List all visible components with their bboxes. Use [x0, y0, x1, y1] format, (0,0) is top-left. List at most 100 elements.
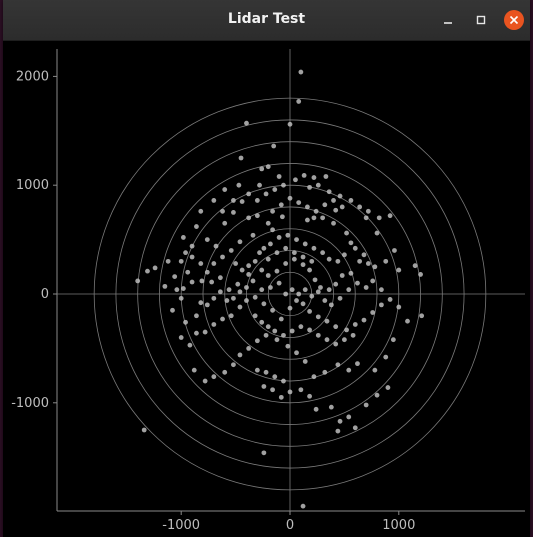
lidar-point	[268, 241, 273, 247]
x-tick-label: 1000	[382, 518, 415, 533]
close-icon	[504, 10, 524, 30]
scatter-plot-area[interactable]: -1000 0 1000 2000 -1000 0 1000	[3, 41, 530, 537]
lidar-point	[302, 287, 308, 293]
close-button[interactable]	[503, 9, 525, 31]
lidar-point	[135, 278, 141, 284]
lidar-point	[296, 291, 302, 297]
lidar-point	[233, 261, 239, 266]
lidar-point	[222, 187, 228, 192]
lidar-point	[265, 164, 271, 170]
lidar-point	[220, 316, 225, 322]
lidar-point	[328, 404, 334, 410]
lidar-point	[185, 269, 191, 275]
lidar-point	[220, 208, 225, 214]
lidar-point	[237, 239, 243, 245]
lidar-point	[289, 287, 295, 293]
lidar-point	[239, 267, 245, 273]
y-tick-label: 2000	[16, 69, 49, 84]
lidar-point	[287, 195, 293, 201]
lidar-point	[323, 174, 329, 179]
lidar-point	[294, 237, 299, 243]
lidar-point	[187, 342, 193, 348]
lidar-point	[222, 220, 228, 226]
lidar-point	[365, 261, 371, 266]
lidar-point	[250, 278, 256, 284]
lidar-point	[278, 202, 284, 208]
lidar-point	[263, 332, 269, 338]
lidar-point	[220, 254, 225, 260]
lidar-point	[281, 378, 286, 384]
lidar-point	[162, 283, 168, 289]
lidar-point	[285, 343, 291, 349]
lidar-point	[355, 361, 360, 367]
lidar-point	[194, 313, 199, 319]
lidar-point	[283, 291, 289, 297]
lidar-point	[272, 328, 278, 334]
lidar-point	[326, 287, 332, 293]
lidar-point	[252, 258, 258, 264]
lidar-point	[246, 191, 252, 197]
lidar-point	[333, 324, 339, 330]
lidar-point	[152, 265, 158, 271]
lidar-point	[298, 324, 304, 330]
lidar-point	[231, 362, 236, 368]
lidar-point	[244, 285, 249, 290]
lidar-point	[372, 367, 378, 373]
lidar-point	[313, 406, 319, 412]
lidar-point	[211, 295, 217, 301]
lidar-point	[312, 277, 318, 283]
lidar-point	[293, 177, 298, 183]
lidar-point	[374, 230, 380, 236]
lidar-point	[363, 402, 369, 408]
lidar-point	[322, 298, 328, 303]
lidar-point	[252, 294, 258, 300]
lidar-point	[285, 232, 291, 238]
lidar-point	[194, 330, 199, 336]
lidar-point	[372, 264, 378, 270]
lidar-point	[307, 309, 312, 314]
lidar-point	[270, 307, 275, 313]
lidar-point	[278, 316, 284, 322]
lidar-point	[346, 414, 352, 420]
lidar-point	[387, 297, 393, 302]
lidar-point	[265, 220, 271, 226]
lidar-point	[254, 198, 260, 203]
lidar-point	[333, 341, 339, 347]
lidar-point	[217, 289, 223, 295]
lidar-point	[217, 275, 223, 281]
lidar-point	[298, 387, 304, 393]
lidar-point	[287, 305, 293, 311]
lidar-point	[352, 425, 358, 431]
lidar-point	[170, 307, 175, 313]
lidar-point	[235, 281, 241, 287]
y-tick-label: 0	[41, 287, 49, 302]
lidar-point	[191, 367, 197, 373]
lidar-point	[305, 217, 310, 223]
lidar-point	[259, 166, 265, 172]
lidar-point	[250, 232, 256, 238]
lidar-point	[257, 250, 262, 256]
lidar-point	[363, 215, 369, 221]
title-bar[interactable]: Lidar Test	[3, 0, 530, 41]
lidar-point	[237, 352, 243, 358]
lidar-point	[412, 263, 418, 269]
lidar-point	[344, 230, 349, 236]
lidar-point	[300, 262, 306, 268]
lidar-point	[337, 418, 343, 424]
lidar-point	[315, 314, 321, 320]
lidar-point	[392, 248, 397, 253]
lidar-point	[174, 287, 180, 293]
lidar-point	[261, 245, 267, 251]
lidar-point	[376, 215, 382, 221]
lidar-point	[202, 329, 208, 335]
lidar-point	[246, 263, 252, 269]
lidar-point	[355, 280, 360, 286]
maximize-icon	[476, 15, 486, 25]
lidar-point	[383, 354, 389, 360]
lidar-point	[183, 319, 188, 325]
lidar-point	[259, 287, 265, 293]
lidar-point	[204, 269, 210, 275]
lidar-point	[231, 198, 236, 203]
minimize-button[interactable]	[437, 9, 459, 31]
maximize-button[interactable]	[470, 9, 492, 31]
